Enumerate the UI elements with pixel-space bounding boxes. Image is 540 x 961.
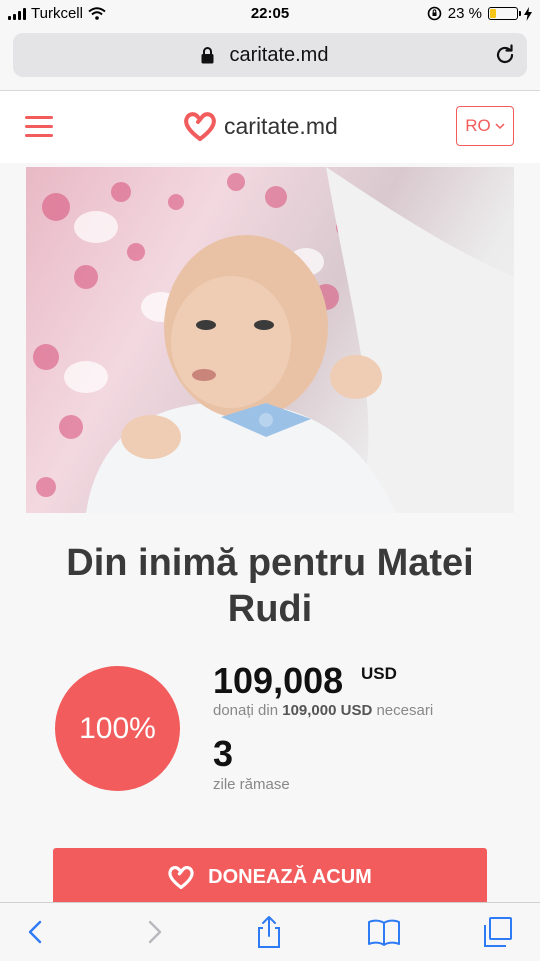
battery-percent: 23 % — [447, 5, 482, 22]
raised-amount: 109,008 — [213, 660, 344, 701]
campaign-photo — [26, 167, 514, 513]
chevron-down-icon — [495, 122, 505, 129]
battery-icon — [488, 7, 521, 20]
orientation-lock-icon — [427, 6, 442, 21]
heart-icon — [168, 865, 194, 889]
progress-circle: 100% — [55, 666, 180, 791]
days-left-label: zile rămase — [213, 776, 290, 793]
donate-button[interactable]: DONEAZĂ ACUM — [53, 848, 487, 906]
back-icon[interactable] — [18, 915, 54, 949]
goal-amount: 109,000 USD — [282, 702, 373, 719]
baby-photo-illustration — [33, 167, 514, 513]
browser-toolbar — [0, 902, 540, 961]
raised-currency: USD — [361, 664, 397, 683]
tabs-icon[interactable] — [480, 915, 516, 949]
language-select[interactable]: RO — [456, 106, 514, 146]
status-bar: Turkcell 22:05 23 % — [0, 0, 540, 30]
language-label: RO — [465, 116, 491, 135]
progress-percent: 100% — [79, 711, 156, 745]
forward-icon[interactable] — [136, 915, 172, 949]
brand-logo[interactable]: caritate.md — [184, 111, 338, 141]
site-header: caritate.md RO — [0, 91, 540, 163]
share-icon[interactable] — [251, 915, 287, 949]
heart-logo-icon — [184, 112, 216, 141]
url-text[interactable]: caritate.md — [13, 44, 527, 67]
goal-line: donați din 109,000 USD necesari — [213, 702, 433, 719]
goal-prefix: donați din — [213, 702, 279, 719]
charging-icon — [524, 6, 532, 21]
reload-icon[interactable] — [493, 43, 517, 67]
status-right: 23 % — [427, 5, 532, 22]
bookmarks-icon[interactable] — [366, 915, 402, 949]
goal-suffix: necesari — [376, 702, 434, 719]
hamburger-icon[interactable] — [25, 116, 53, 138]
campaign-title: Din inimă pentru Matei Rudi — [66, 542, 474, 630]
address-bar[interactable]: caritate.md — [13, 33, 527, 77]
donate-button-label: DONEAZĂ ACUM — [208, 865, 372, 888]
brand-name: caritate.md — [224, 112, 338, 139]
days-left: 3 — [213, 733, 234, 774]
